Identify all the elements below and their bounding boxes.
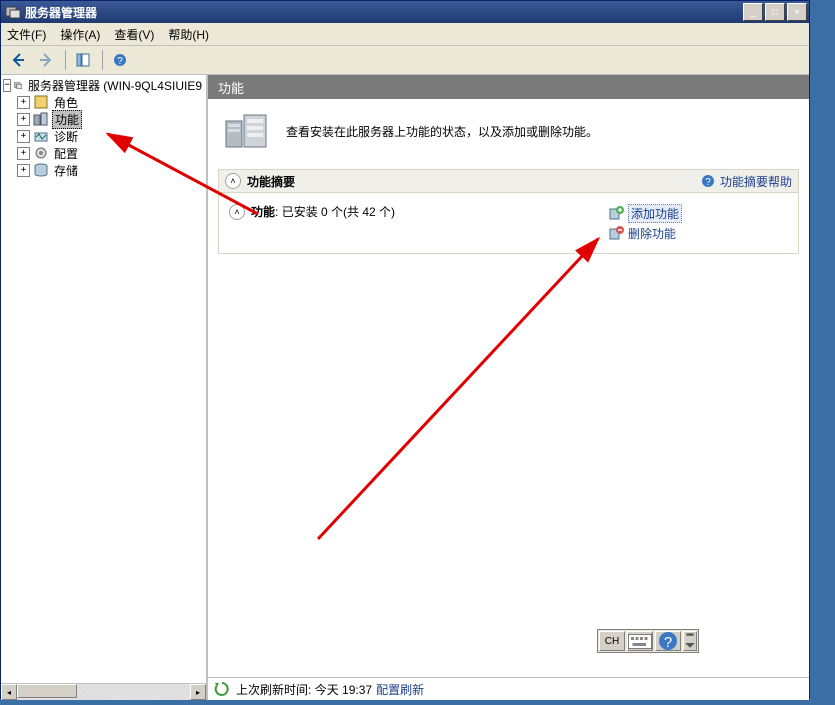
annotation-arrow-2 xyxy=(298,229,618,549)
tree-node-roles[interactable]: 角色 xyxy=(3,94,204,110)
add-feature-icon xyxy=(608,205,624,221)
tree-features-label: 功能 xyxy=(52,110,82,129)
features-icon xyxy=(33,111,49,127)
scroll-left-button[interactable]: ◂ xyxy=(1,684,17,700)
svg-text:?: ? xyxy=(664,634,672,651)
roles-icon xyxy=(33,94,49,110)
minimize-button[interactable]: _ xyxy=(743,3,763,21)
group-left: ˄ 功能 : 已安装 0 个(共 42 个) xyxy=(229,203,608,243)
menu-view[interactable]: 查看(V) xyxy=(114,26,154,43)
remove-feature-icon xyxy=(608,225,624,241)
window-title: 服务器管理器 xyxy=(25,4,97,21)
group-header[interactable]: ˄ 功能摘要 ? 功能摘要帮助 xyxy=(218,169,799,193)
menu-file[interactable]: 文件(F) xyxy=(7,26,46,43)
tree-root[interactable]: 服务器管理器 (WIN-9QL4SIUIE9 xyxy=(3,77,204,93)
tree-node-configuration[interactable]: 配置 xyxy=(3,145,204,161)
content-panel: 功能 查看安装在此服务器上功能的状态，以 xyxy=(208,75,809,700)
diagnostics-icon xyxy=(33,128,49,144)
summary-row: 查看安装在此服务器上功能的状态，以及添加或删除功能。 xyxy=(208,99,809,169)
tree-storage-label: 存储 xyxy=(52,162,80,179)
scroll-right-button[interactable]: ▸ xyxy=(190,684,206,700)
status-bar: 上次刷新时间: 今天 19:37 配置刷新 xyxy=(208,677,809,700)
expand-icon[interactable] xyxy=(17,147,30,160)
status-refresh-label: 上次刷新时间: xyxy=(236,681,311,698)
ime-toolbar[interactable]: CH ? xyxy=(597,629,699,653)
toolbar: ? xyxy=(1,46,809,75)
scroll-track[interactable] xyxy=(17,684,190,700)
client-area: 服务器管理器 (WIN-9QL4SIUIE9 角色 功能 xyxy=(1,75,809,700)
expand-icon[interactable] xyxy=(17,164,30,177)
configuration-icon xyxy=(33,145,49,161)
tree: 服务器管理器 (WIN-9QL4SIUIE9 角色 功能 xyxy=(1,75,206,181)
titlebar[interactable]: 服务器管理器 _ □ × xyxy=(1,1,809,23)
expand-icon[interactable] xyxy=(17,96,30,109)
forward-button[interactable] xyxy=(33,48,59,72)
storage-icon xyxy=(33,162,49,178)
ime-options-icon[interactable] xyxy=(683,631,697,651)
menubar: 文件(F) 操作(A) 查看(V) 帮助(H) xyxy=(1,23,809,46)
features-summary-group: ˄ 功能摘要 ? 功能摘要帮助 ˄ 功能 : xyxy=(218,169,799,254)
group-right: 添加功能 删除功能 xyxy=(608,203,788,243)
group-body: ˄ 功能 : 已安装 0 个(共 42 个) 添加功 xyxy=(218,193,799,254)
expand-icon[interactable] xyxy=(17,113,30,126)
scroll-thumb[interactable] xyxy=(17,684,77,698)
menu-action[interactable]: 操作(A) xyxy=(60,26,100,43)
tree-configuration-label: 配置 xyxy=(52,145,80,162)
tree-node-storage[interactable]: 存储 xyxy=(3,162,204,178)
tree-roles-label: 角色 xyxy=(52,94,80,111)
ime-keyboard-icon[interactable] xyxy=(627,631,653,651)
remove-feature-label: 删除功能 xyxy=(628,225,676,242)
svg-text:?: ? xyxy=(117,56,123,67)
back-button[interactable] xyxy=(5,48,31,72)
features-label: 功能 xyxy=(251,203,275,220)
window-buttons: _ □ × xyxy=(741,3,807,21)
content-title: 功能 xyxy=(208,75,809,99)
refresh-icon xyxy=(214,681,230,697)
tree-root-label: 服务器管理器 (WIN-9QL4SIUIE9 xyxy=(26,77,204,94)
summary-text: 查看安装在此服务器上功能的状态，以及添加或删除功能。 xyxy=(286,123,598,140)
show-hide-tree-button[interactable] xyxy=(70,48,96,72)
collapse-icon[interactable] xyxy=(3,79,11,92)
ime-help-icon[interactable]: ? xyxy=(655,631,681,651)
close-button[interactable]: × xyxy=(787,3,807,21)
menu-help[interactable]: 帮助(H) xyxy=(168,26,209,43)
features-installed-line: ˄ 功能 : 已安装 0 个(共 42 个) xyxy=(229,203,608,220)
content-body: 查看安装在此服务器上功能的状态，以及添加或删除功能。 ˄ 功能摘要 ? 功能摘要… xyxy=(208,99,809,700)
server-manager-window: 服务器管理器 _ □ × 文件(F) 操作(A) 查看(V) 帮助(H) ? xyxy=(0,0,810,699)
features-status: 已安装 0 个(共 42 个) xyxy=(282,203,395,220)
remove-feature-link[interactable]: 删除功能 xyxy=(608,223,788,243)
features-large-icon xyxy=(224,111,270,151)
maximize-button[interactable]: □ xyxy=(765,3,785,21)
server-icon xyxy=(14,77,23,93)
tree-diagnostics-label: 诊断 xyxy=(52,128,80,145)
help-icon: ? xyxy=(700,173,716,189)
app-icon xyxy=(5,4,21,20)
status-refresh-value: 今天 19:37 xyxy=(315,681,372,698)
add-feature-link[interactable]: 添加功能 xyxy=(608,203,788,223)
group-title: 功能摘要 xyxy=(247,173,700,190)
tree-panel: 服务器管理器 (WIN-9QL4SIUIE9 角色 功能 xyxy=(1,75,208,700)
ime-language-button[interactable]: CH xyxy=(599,631,625,651)
tree-horizontal-scrollbar[interactable]: ◂ ▸ xyxy=(1,683,206,700)
group-help-link[interactable]: 功能摘要帮助 xyxy=(720,173,792,190)
expand-icon[interactable] xyxy=(17,130,30,143)
tree-node-diagnostics[interactable]: 诊断 xyxy=(3,128,204,144)
help-button[interactable]: ? xyxy=(107,48,133,72)
svg-text:?: ? xyxy=(705,177,711,188)
add-feature-label: 添加功能 xyxy=(628,204,682,223)
tree-node-features[interactable]: 功能 xyxy=(3,111,204,127)
chevron-up-icon[interactable]: ˄ xyxy=(225,173,241,189)
chevron-up-icon[interactable]: ˄ xyxy=(229,204,245,220)
configure-refresh-link[interactable]: 配置刷新 xyxy=(376,681,424,698)
